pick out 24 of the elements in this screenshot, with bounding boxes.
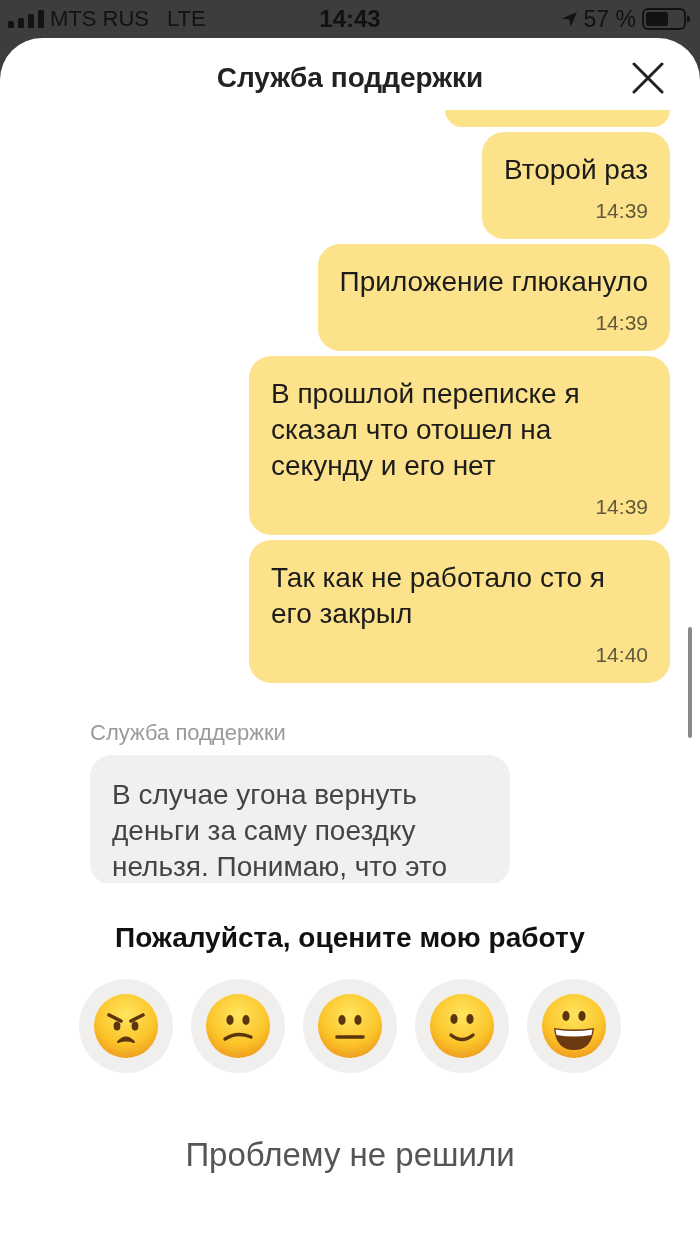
problem-not-solved-button[interactable]: Проблему не решили: [185, 1137, 515, 1173]
close-button[interactable]: [630, 60, 666, 96]
message-text: Так как не работало сто я его закрыл: [271, 561, 606, 631]
sender-name: Служба поддержки: [90, 720, 286, 746]
message-time: 14:39: [595, 198, 648, 224]
rating-title: Пожалуйста, оцените мою работу: [115, 923, 585, 953]
message-text: Второй раз: [503, 153, 648, 187]
message-text: В случае угона вернуть деньги за саму поездку нельзя. Понимаю, что это: [112, 778, 448, 883]
message-time: 14:40: [595, 642, 648, 668]
message-time: 14:39: [595, 310, 648, 336]
scrollbar[interactable]: [688, 627, 692, 738]
close-icon: [632, 62, 664, 94]
message-text: В прошлой переписке я сказал что отошел на секунду и его нет: [271, 377, 581, 483]
signal-icon: [8, 10, 44, 28]
sheet-title: Служба поддержки: [216, 62, 484, 94]
battery-icon: [642, 8, 690, 30]
angry-face-icon: [94, 994, 158, 1058]
smiling-face-icon: [430, 994, 494, 1058]
frowning-face-icon: [206, 994, 270, 1058]
message-text: Приложение глюкануло: [339, 265, 648, 299]
grinning-face-icon: [542, 994, 606, 1058]
neutral-face-icon: [318, 994, 382, 1058]
message-time: 14:39: [595, 494, 648, 520]
location-arrow-icon: [560, 10, 578, 28]
